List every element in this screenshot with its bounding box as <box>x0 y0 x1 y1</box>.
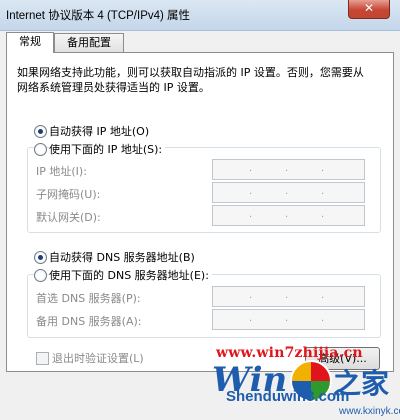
close-icon: ✕ <box>363 1 375 15</box>
ip-manual-label: 使用下面的 IP 地址(S): <box>49 141 166 157</box>
alternate-dns-label: 备用 DNS 服务器(A): <box>36 315 142 328</box>
tab-alternate-config[interactable]: 备用配置 <box>54 33 124 52</box>
dns-auto-radio[interactable] <box>34 251 47 264</box>
title-bar: Internet 协议版本 4 (TCP/IPv4) 属性 ✕ <box>0 0 400 31</box>
default-gateway-field[interactable]: . . . <box>212 205 365 226</box>
validate-checkbox[interactable] <box>36 352 49 365</box>
subnet-mask-field[interactable]: . . . <box>212 182 365 203</box>
dns-manual-radio[interactable] <box>34 269 47 282</box>
watermark-domain: Shenduwin8.com <box>226 388 350 405</box>
tab-general[interactable]: 常规 <box>6 32 54 53</box>
window-title: Internet 协议版本 4 (TCP/IPv4) 属性 <box>6 10 191 22</box>
alternate-dns-field[interactable]: . . . <box>212 309 365 330</box>
watermark-url: www.kxinyk.com <box>339 406 400 417</box>
preferred-dns-field[interactable]: . . . <box>212 286 365 307</box>
ip-manual-radio[interactable] <box>34 143 47 156</box>
close-button[interactable]: ✕ <box>348 0 390 19</box>
default-gateway-label: 默认网关(D): <box>36 211 101 224</box>
validate-label: 退出时验证设置(L) <box>52 352 144 365</box>
tab-panel-general: 如果网络支持此功能，则可以获取自动指派的 IP 设置。否则，您需要从网络系统管理… <box>6 52 394 372</box>
ip-auto-radio[interactable] <box>34 125 47 138</box>
watermark-site-text: www.win7zhijia.cn <box>216 345 363 361</box>
dns-manual-label: 使用下面的 DNS 服务器地址(E): <box>49 267 212 283</box>
preferred-dns-label: 首选 DNS 服务器(P): <box>36 292 141 305</box>
ip-auto-label: 自动获得 IP 地址(O) <box>49 125 150 138</box>
ip-address-label: IP 地址(I): <box>36 165 87 178</box>
subnet-mask-label: 子网掩码(U): <box>36 188 101 201</box>
dns-auto-label: 自动获得 DNS 服务器地址(B) <box>49 251 195 264</box>
ip-address-field[interactable]: . . . <box>212 159 365 180</box>
description-text: 如果网络支持此功能，则可以获取自动指派的 IP 设置。否则，您需要从网络系统管理… <box>17 66 364 94</box>
